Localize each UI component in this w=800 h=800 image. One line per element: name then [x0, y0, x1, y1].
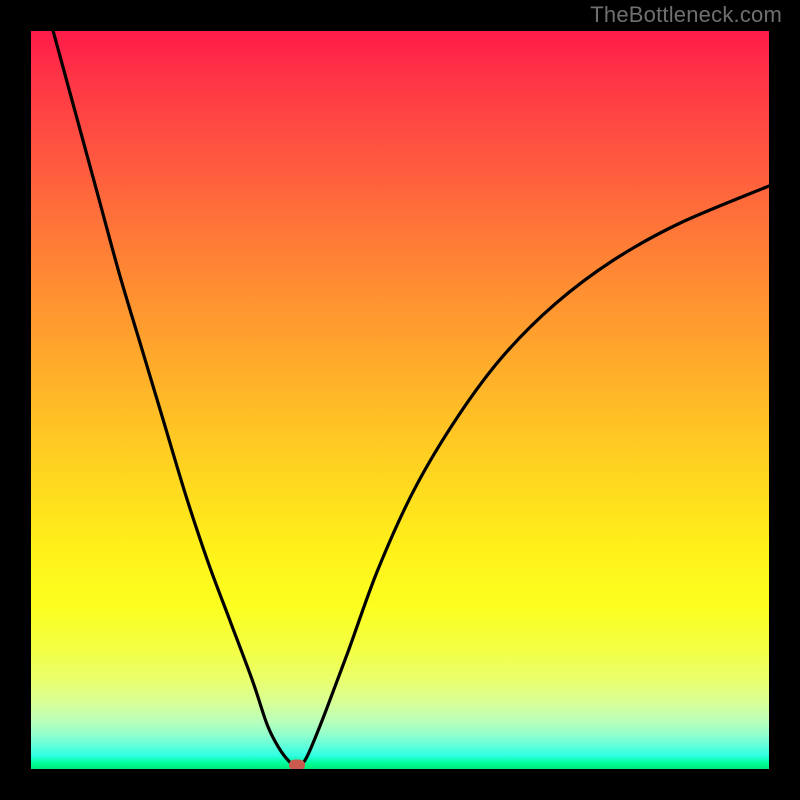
- plot-area: [31, 31, 769, 769]
- watermark-text: TheBottleneck.com: [590, 2, 782, 28]
- bottleneck-curve: [31, 31, 769, 769]
- optimal-point-marker: [289, 760, 305, 769]
- chart-frame: TheBottleneck.com: [0, 0, 800, 800]
